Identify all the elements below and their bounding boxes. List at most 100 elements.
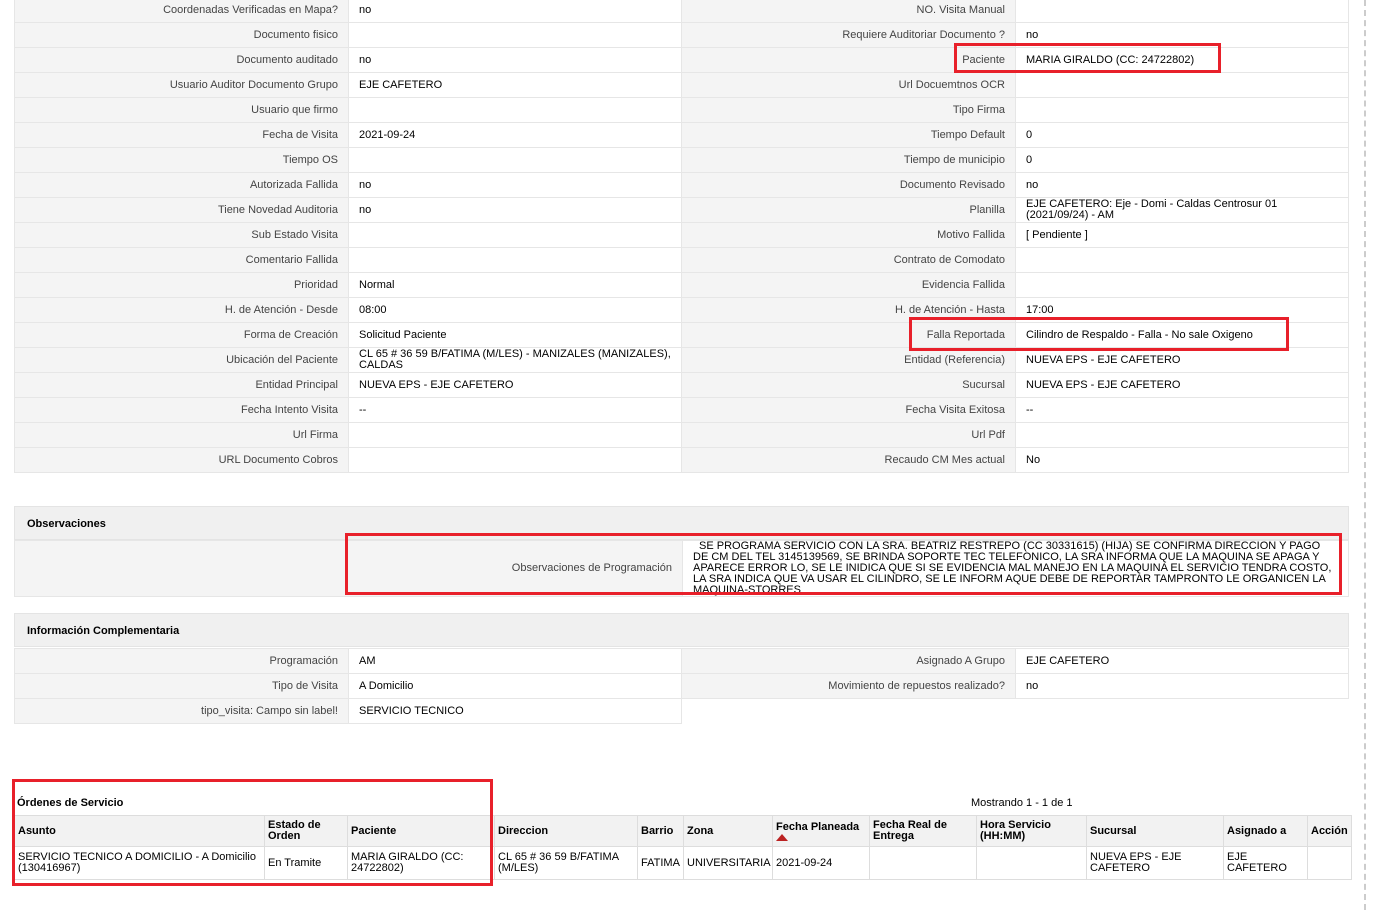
url-firma-label: Url Firma xyxy=(14,422,349,448)
planilla-value: EJE CAFETERO: Eje - Domi - Caldas Centro… xyxy=(1015,197,1349,223)
observaciones-table: Observaciones de Programación SE PROGRAM… xyxy=(14,540,1349,597)
movimiento-de-repuestos-realizado-label: Movimiento de repuestos realizado? xyxy=(681,673,1016,699)
cell-asunto[interactable]: SERVICIO TECNICO A DOMICILIO - A Domicil… xyxy=(14,846,265,880)
detail-row: Sub Estado Visita Motivo Fallida[ Pendien… xyxy=(14,222,1349,248)
cell-barrio: FATIMA xyxy=(637,846,684,880)
tiempo-os-label: Tiempo OS xyxy=(14,147,349,173)
tipo-de-visita-value: A Domicilio xyxy=(348,673,682,699)
documento-fisico-label: Documento fisico xyxy=(14,22,349,48)
asignado-a-grupo-value: EJE CAFETERO xyxy=(1015,648,1349,674)
prioridad-value: Normal xyxy=(348,272,682,298)
requiere-auditoriar-documento-label: Requiere Auditoriar Documento ? xyxy=(681,22,1016,48)
planilla-label: Planilla xyxy=(681,197,1016,223)
url-pdf-label: Url Pdf xyxy=(681,422,1016,448)
ordenes-table: Asunto Estado de Orden Paciente Direccion Ba… xyxy=(14,815,1352,880)
complementaria-title: Información Complementaria xyxy=(27,625,180,637)
column-header-estado-de-orden[interactable]: Estado de Orden xyxy=(264,815,348,847)
column-header-sucursal[interactable]: Sucursal xyxy=(1086,815,1224,847)
tipo-de-visita-label: Tipo de Visita xyxy=(14,673,349,699)
forma-de-creacion-value: Solicitud Paciente xyxy=(348,322,682,348)
tipo-visita-campo-sin-label-value: SERVICIO TECNICO xyxy=(348,698,682,724)
fecha-visita-exitosa-value: -- xyxy=(1015,397,1349,423)
tiempo-de-municipio-label: Tiempo de municipio xyxy=(681,147,1016,173)
observaciones-value: SE PROGRAMA SERVICIO CON LA SRA. BEATRIZ… xyxy=(682,540,1349,597)
column-header-fecha-real-de-entrega[interactable]: Fecha Real de Entrega xyxy=(869,815,977,847)
recaudo-cm-mes-actual-value: No xyxy=(1015,447,1349,473)
entidad-principal-label: Entidad Principal xyxy=(14,372,349,398)
table-row[interactable]: SERVICIO TECNICO A DOMICILIO - A Domicil… xyxy=(14,846,1352,880)
detail-row: Ubicación del Paciente CL 65 # 36 59 B/FA… xyxy=(14,347,1349,373)
entidad-referencia-label: Entidad (Referencia) xyxy=(681,347,1016,373)
fecha-intento-visita-value: -- xyxy=(348,397,682,423)
usuario-auditor-documento-grupo-value: EJE CAFETERO xyxy=(348,72,682,98)
requiere-auditoriar-documento-value: no xyxy=(1015,22,1349,48)
empty-cell xyxy=(1016,699,1349,724)
tiempo-os-value xyxy=(348,147,682,173)
h-de-atencion-hasta-label: H. de Atención - Hasta xyxy=(681,297,1016,323)
paciente-value: MARIA GIRALDO (CC: 24722802) xyxy=(1015,47,1349,73)
url-documento-cobros-label: URL Documento Cobros xyxy=(14,447,349,473)
column-header-barrio[interactable]: Barrio xyxy=(637,815,684,847)
cell-estado-de-orden: En Tramite xyxy=(264,846,348,880)
tiene-novedad-auditoria-value: no xyxy=(348,197,682,223)
url-docuemtnos-ocr-value xyxy=(1015,72,1349,98)
cell-direccion: CL 65 # 36 59 B/FATIMA (M/LES) xyxy=(494,846,638,880)
column-header-asignado-a[interactable]: Asignado a xyxy=(1223,815,1308,847)
ordenes-title: Órdenes de Servicio xyxy=(17,797,124,809)
column-header-fecha-planeada[interactable]: Fecha Planeada xyxy=(772,815,870,847)
documento-auditado-value: no xyxy=(348,47,682,73)
column-header-zona[interactable]: Zona xyxy=(683,815,773,847)
cell-sucursal: NUEVA EPS - EJE CAFETERO xyxy=(1086,846,1224,880)
evidencia-fallida-value xyxy=(1015,272,1349,298)
programacion-label: Programación xyxy=(14,648,349,674)
url-docuemtnos-ocr-label: Url Docuemtnos OCR xyxy=(681,72,1016,98)
detail-row: Usuario que firmo Tipo Firma xyxy=(14,97,1349,123)
detail-row: tipo_visita: Campo sin label! SERVICIO TE… xyxy=(14,698,1349,724)
detail-row: Fecha de Visita 2021-09-24 Tiempo Default 0 xyxy=(14,122,1349,148)
usuario-auditor-documento-grupo-label: Usuario Auditor Documento Grupo xyxy=(14,72,349,98)
sort-ascending-icon[interactable] xyxy=(776,833,788,841)
column-header-direccion[interactable]: Direccion xyxy=(494,815,638,847)
forma-de-creacion-label: Forma de Creación xyxy=(14,322,349,348)
detail-row: URL Documento Cobros Recaudo CM Mes actua… xyxy=(14,447,1349,473)
fecha-intento-visita-label: Fecha Intento Visita xyxy=(14,397,349,423)
sucursal-label: Sucursal xyxy=(681,372,1016,398)
contrato-de-comodato-value xyxy=(1015,247,1349,273)
cell-accion xyxy=(1307,846,1352,880)
entidad-principal-value: NUEVA EPS - EJE CAFETERO xyxy=(348,372,682,398)
detail-row: Coordenadas Verificadas en Mapa? no NO. Vi… xyxy=(14,0,1349,23)
usuario-que-firmo-value xyxy=(348,97,682,123)
documento-auditado-label: Documento auditado xyxy=(14,47,349,73)
detail-row: Comentario Fallida Contrato de Comodato xyxy=(14,247,1349,273)
motivo-fallida-label: Motivo Fallida xyxy=(681,222,1016,248)
cell-zona: UNIVERSITARIA xyxy=(683,846,773,880)
detail-row: Documento auditado no Paciente MARIA GIRALD… xyxy=(14,47,1349,73)
detail-row: Programación AM Asignado A Grupo EJE CAFETE… xyxy=(14,648,1349,674)
visit-detail-table: Coordenadas Verificadas en Mapa? no NO. Vi… xyxy=(14,0,1349,473)
detail-row: H. de Atención - Desde 08:00 H. de Atenció… xyxy=(14,297,1349,323)
evidencia-fallida-label: Evidencia Fallida xyxy=(681,272,1016,298)
fecha-de-visita-value: 2021-09-24 xyxy=(348,122,682,148)
tipo-visita-campo-sin-label-label: tipo_visita: Campo sin label! xyxy=(14,698,349,724)
falla-reportada-label: Falla Reportada xyxy=(681,322,1016,348)
url-pdf-value xyxy=(1015,422,1349,448)
recaudo-cm-mes-actual-label: Recaudo CM Mes actual xyxy=(681,447,1016,473)
h-de-atencion-hasta-value: 17:00 xyxy=(1015,297,1349,323)
cell-asignado-a: EJE CAFETERO xyxy=(1223,846,1308,880)
h-de-atencion-desde-label: H. de Atención - Desde xyxy=(14,297,349,323)
detail-row: Autorizada Fallida no Documento Revisado no xyxy=(14,172,1349,198)
column-header-asunto[interactable]: Asunto xyxy=(14,815,265,847)
complementaria-table: Programación AM Asignado A Grupo EJE CAFETE… xyxy=(14,648,1349,724)
cell-hora-servicio-hh-mm xyxy=(976,846,1087,880)
tipo-firma-value xyxy=(1015,97,1349,123)
no-visita-manual-value xyxy=(1015,0,1349,23)
no-visita-manual-label: NO. Visita Manual xyxy=(681,0,1016,23)
column-header-accion[interactable]: Acción xyxy=(1307,815,1352,847)
sucursal-value: NUEVA EPS - EJE CAFETERO xyxy=(1015,372,1349,398)
column-header-paciente[interactable]: Paciente xyxy=(347,815,495,847)
column-header-hora-servicio-hh-mm[interactable]: Hora Servicio (HH:MM) xyxy=(976,815,1087,847)
detail-row: Url Firma Url Pdf xyxy=(14,422,1349,448)
tiempo-de-municipio-value: 0 xyxy=(1015,147,1349,173)
sub-estado-visita-label: Sub Estado Visita xyxy=(14,222,349,248)
autorizada-fallida-label: Autorizada Fallida xyxy=(14,172,349,198)
